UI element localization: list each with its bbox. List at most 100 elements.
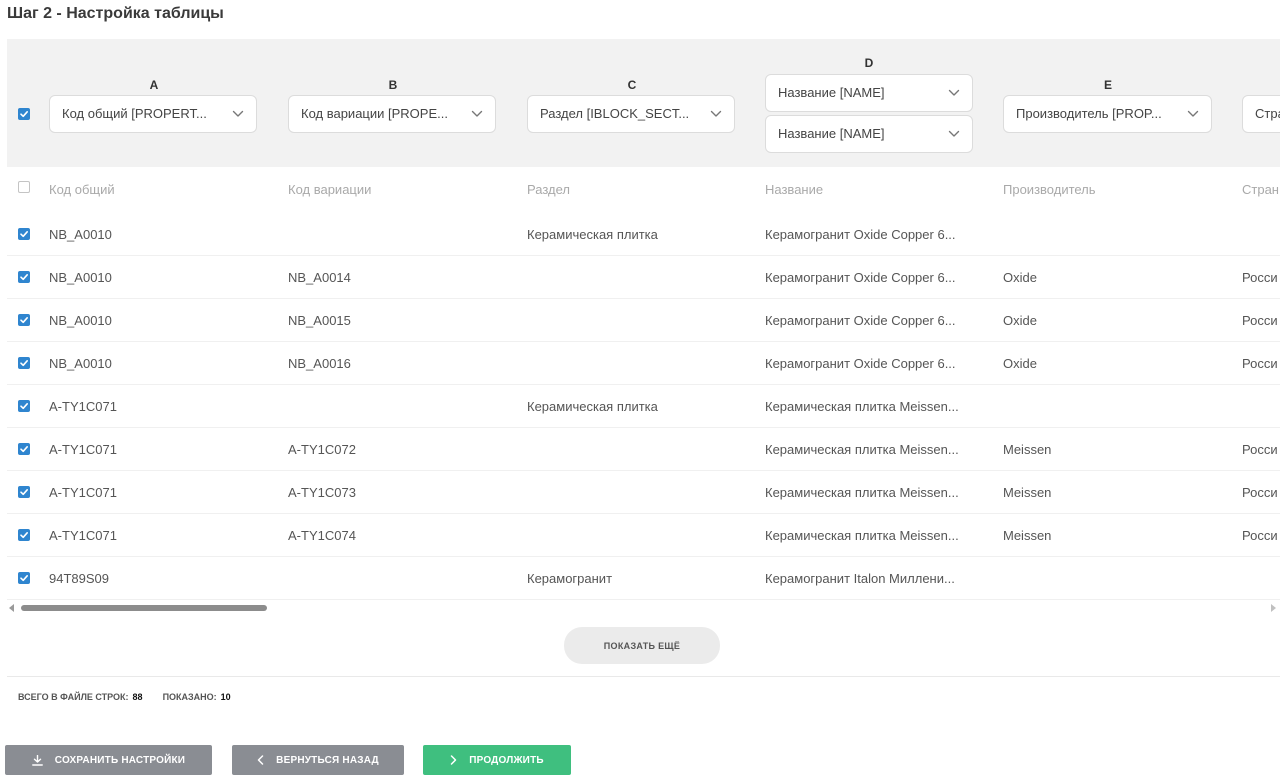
cell-country <box>1242 385 1280 428</box>
column-d-field-select-2[interactable]: Название [NAME] <box>765 115 973 153</box>
cell-country <box>1242 557 1280 600</box>
cell-name: Керамогранит Oxide Copper 6... <box>765 356 956 371</box>
table-row: A-TY1C071 A-TY1C074 Керамическая плитка Me… <box>7 514 1280 557</box>
select-value: Название [NAME] <box>778 126 885 141</box>
column-e-field-select[interactable]: Производитель [PROP... <box>1003 95 1212 133</box>
select-value: Код вариации [PROPE... <box>301 106 448 121</box>
cell-country <box>1242 213 1280 256</box>
scroll-left-arrow-icon[interactable] <box>9 604 15 612</box>
cell-code: A-TY1C071 <box>49 485 117 500</box>
cell-section <box>527 342 747 385</box>
chevron-down-icon <box>230 96 246 132</box>
cell-manufacturer: Meissen <box>1003 485 1052 500</box>
cell-name: Керамогранит Oxide Copper 6... <box>765 227 956 242</box>
cell-country: Росси <box>1242 442 1278 457</box>
scroll-right-arrow-icon[interactable] <box>1270 604 1276 612</box>
table-row: A-TY1C071 A-TY1C073 Керамическая плитка Me… <box>7 471 1280 514</box>
select-all-columns-checkbox[interactable] <box>18 108 30 120</box>
table-header-row: Код общий Код вариации Раздел Название П… <box>7 167 1280 213</box>
cell-manufacturer: Oxide <box>1003 270 1037 285</box>
cell-name: Керамическая плитка Meissen... <box>765 399 959 414</box>
row-checkbox[interactable] <box>18 400 30 412</box>
cell-country: Росси <box>1242 485 1278 500</box>
select-all-rows-checkbox[interactable] <box>18 181 30 193</box>
row-checkbox[interactable] <box>18 314 30 326</box>
cell-country: Росси <box>1242 313 1278 328</box>
column-c-field-select[interactable]: Раздел [IBLOCK_SECT... <box>527 95 735 133</box>
mapping-table: A B C D E Код общий [PROPERT... Код вари… <box>7 39 1280 617</box>
cell-code: NB_A0010 <box>49 270 112 285</box>
cell-section <box>527 471 747 514</box>
table-row: NB_A0010 NB_A0015 Керамогранит Oxide Coppe… <box>7 299 1280 342</box>
cell-name: Керамическая плитка Meissen... <box>765 528 959 543</box>
table-row: A-TY1C071 Керамическая плитка Керамическая… <box>7 385 1280 428</box>
save-settings-button[interactable]: СОХРАНИТЬ НАСТРОЙКИ <box>5 745 212 775</box>
select-value: Стра <box>1255 106 1280 121</box>
cell-section: Керамогранит <box>527 571 613 586</box>
cell-code: A-TY1C071 <box>49 399 117 414</box>
checkmark-icon <box>20 274 28 281</box>
table-row: 94T89S09 Керамогранит Керамогранит Italon … <box>7 557 1280 600</box>
show-more-button[interactable]: ПОКАЗАТЬ ЕЩЁ <box>564 627 720 664</box>
column-d-field-select-1[interactable]: Название [NAME] <box>765 74 973 112</box>
cell-manufacturer <box>1003 557 1223 600</box>
cell-variation <box>288 385 508 428</box>
row-checkbox[interactable] <box>18 529 30 541</box>
column-letter-b: B <box>388 78 398 92</box>
total-rows-label: ВСЕГО В ФАЙЛЕ СТРОК: <box>18 692 129 702</box>
table-row: NB_A0010 NB_A0014 Керамогранит Oxide Coppe… <box>7 256 1280 299</box>
column-header-code: Код общий <box>49 182 115 197</box>
cell-variation <box>288 213 508 256</box>
save-settings-label: СОХРАНИТЬ НАСТРОЙКИ <box>54 754 186 766</box>
divider <box>7 676 1280 677</box>
row-stats: ВСЕГО В ФАЙЛЕ СТРОК: 88 ПОКАЗАНО: 10 <box>18 691 231 703</box>
cell-section <box>527 256 747 299</box>
cell-variation: NB_A0015 <box>288 313 351 328</box>
row-checkbox[interactable] <box>18 486 30 498</box>
cell-manufacturer: Oxide <box>1003 313 1037 328</box>
row-checkbox[interactable] <box>18 443 30 455</box>
chevron-right-icon <box>450 755 457 765</box>
cell-section: Керамическая плитка <box>527 227 658 242</box>
cell-variation <box>288 557 508 600</box>
checkmark-icon <box>20 317 28 324</box>
column-f-field-select[interactable]: Стра <box>1242 95 1280 133</box>
cell-section: Керамическая плитка <box>527 399 658 414</box>
column-b-field-select[interactable]: Код вариации [PROPE... <box>288 95 496 133</box>
page-title: Шаг 2 - Настройка таблицы <box>7 5 224 22</box>
column-header-country: Стран <box>1242 182 1279 197</box>
row-checkbox[interactable] <box>18 572 30 584</box>
cell-manufacturer: Oxide <box>1003 356 1037 371</box>
chevron-down-icon <box>469 96 485 132</box>
cell-variation: A-TY1C072 <box>288 442 356 457</box>
row-checkbox[interactable] <box>18 228 30 240</box>
cell-manufacturer <box>1003 385 1223 428</box>
chevron-down-icon <box>708 96 724 132</box>
shown-rows-label: ПОКАЗАНО: <box>162 692 217 702</box>
select-value: Название [NAME] <box>778 85 885 100</box>
checkmark-icon <box>20 489 28 496</box>
go-back-button[interactable]: ВЕРНУТЬСЯ НАЗАД <box>232 745 404 775</box>
table-row: NB_A0010 NB_A0016 Керамогранит Oxide Coppe… <box>7 342 1280 385</box>
horizontal-scrollbar[interactable] <box>7 602 1280 614</box>
scrollbar-thumb[interactable] <box>21 605 267 611</box>
column-a-field-select[interactable]: Код общий [PROPERT... <box>49 95 257 133</box>
checkmark-icon <box>20 111 28 118</box>
column-letter-a: A <box>149 78 159 92</box>
cell-variation: A-TY1C074 <box>288 528 356 543</box>
cell-country: Росси <box>1242 528 1278 543</box>
cell-code: NB_A0010 <box>49 227 112 242</box>
row-checkbox[interactable] <box>18 271 30 283</box>
column-header-variation: Код вариации <box>288 182 372 197</box>
row-checkbox[interactable] <box>18 357 30 369</box>
cell-code: NB_A0010 <box>49 313 112 328</box>
chevron-down-icon <box>946 75 962 111</box>
cell-name: Керамическая плитка Meissen... <box>765 485 959 500</box>
cell-code: A-TY1C071 <box>49 528 117 543</box>
cell-code: A-TY1C071 <box>49 442 117 457</box>
continue-button[interactable]: ПРОДОЛЖИТЬ <box>423 745 571 775</box>
column-letter-c: C <box>627 78 637 92</box>
select-value: Производитель [PROP... <box>1016 106 1162 121</box>
cell-code: 94T89S09 <box>49 571 109 586</box>
continue-label: ПРОДОЛЖИТЬ <box>469 754 544 766</box>
